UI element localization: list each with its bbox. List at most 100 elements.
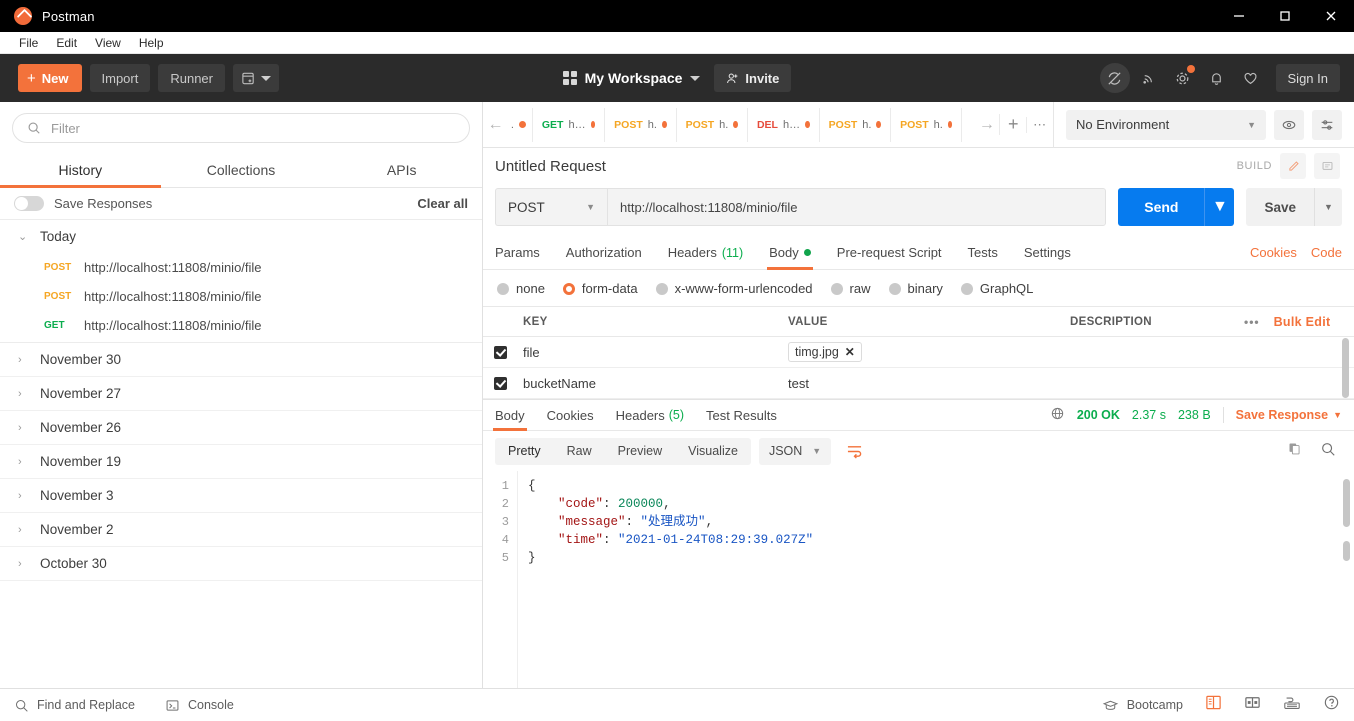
remove-file-icon[interactable]: ✕	[845, 345, 855, 359]
tab-apis[interactable]: APIs	[321, 152, 482, 187]
body-type-raw[interactable]: raw	[830, 281, 871, 296]
invite-button[interactable]: Invite	[714, 64, 792, 92]
tab-authorization[interactable]: Authorization	[566, 245, 642, 269]
close-icon[interactable]	[1308, 0, 1354, 32]
send-options-button[interactable]: ▼	[1204, 188, 1235, 226]
keyboard-icon[interactable]	[1283, 695, 1301, 716]
minimize-icon[interactable]	[1216, 0, 1262, 32]
copy-icon[interactable]	[1287, 441, 1302, 461]
runner-button[interactable]: Runner	[158, 64, 225, 92]
history-group-november-3[interactable]: › November 3	[0, 479, 482, 513]
clear-all-button[interactable]: Clear all	[417, 196, 468, 211]
save-button[interactable]: Save	[1246, 188, 1314, 226]
row-checkbox[interactable]	[494, 376, 507, 390]
save-response-button[interactable]: Save Response ▼	[1236, 408, 1342, 422]
sync-off-icon[interactable]	[1099, 63, 1130, 93]
eye-icon[interactable]	[1274, 109, 1304, 140]
request-tab[interactable]: POST h.	[604, 107, 677, 142]
body-type-binary[interactable]: binary	[888, 281, 943, 296]
tab-settings[interactable]: Settings	[1024, 245, 1071, 269]
two-pane-layout-icon[interactable]	[1205, 694, 1222, 716]
search-icon[interactable]	[1320, 441, 1336, 462]
response-tab-body[interactable]: Body	[493, 399, 527, 431]
tab-headers[interactable]: Headers (11)	[668, 245, 743, 269]
tab-more-button[interactable]: ⋯	[1026, 116, 1053, 133]
row-value[interactable]: test	[788, 376, 1062, 391]
scroll-right-button[interactable]: →	[974, 116, 999, 134]
search-input[interactable]: Filter	[12, 113, 470, 143]
history-item[interactable]: POST http://localhost:11808/minio/file	[0, 253, 482, 282]
body-type-none[interactable]: none	[497, 281, 545, 296]
import-button[interactable]: Import	[89, 64, 151, 92]
menu-item-help[interactable]: Help	[130, 32, 173, 54]
response-tab-headers[interactable]: Headers (5)	[616, 399, 684, 431]
history-item[interactable]: GET http://localhost:11808/minio/file	[0, 311, 482, 343]
comment-icon[interactable]	[1314, 153, 1340, 179]
sign-in-button[interactable]: Sign In	[1275, 64, 1340, 92]
edit-pencil-icon[interactable]	[1280, 153, 1306, 179]
body-type-form-data[interactable]: form-data	[562, 281, 638, 296]
table-row[interactable]: file timg.jpg ✕	[483, 337, 1354, 368]
save-options-button[interactable]: ▼	[1314, 188, 1342, 226]
new-button[interactable]: + New	[18, 64, 82, 92]
history-group-november-26[interactable]: › November 26	[0, 411, 482, 445]
view-mode-visualize[interactable]: Visualize	[675, 438, 751, 465]
history-group-november-27[interactable]: › November 27	[0, 377, 482, 411]
row-key[interactable]: bucketName	[518, 376, 788, 391]
code-link[interactable]: Code	[1311, 245, 1342, 260]
cookies-link[interactable]: Cookies	[1250, 245, 1297, 260]
bulk-edit-button[interactable]: Bulk Edit	[1274, 315, 1331, 329]
new-window-button[interactable]	[232, 64, 279, 92]
request-tab[interactable]: DEL h…	[746, 107, 820, 142]
form-table-scrollbar-thumb[interactable]	[1342, 338, 1349, 398]
environment-selector[interactable]: No Environment ▼	[1066, 109, 1266, 140]
send-button[interactable]: Send	[1118, 188, 1205, 226]
add-tab-button[interactable]: +	[999, 114, 1026, 135]
bootcamp-button[interactable]: Bootcamp	[1102, 698, 1183, 713]
url-input[interactable]: http://localhost:11808/minio/file	[607, 188, 1107, 226]
tab-params[interactable]: Params	[495, 245, 540, 269]
row-key[interactable]: file	[518, 345, 788, 360]
response-format-select[interactable]: JSON ▼	[758, 437, 832, 465]
view-mode-raw[interactable]: Raw	[554, 438, 605, 465]
history-group-november-2[interactable]: › November 2	[0, 513, 482, 547]
row-checkbox[interactable]	[494, 345, 507, 359]
response-tab-cookies[interactable]: Cookies	[547, 399, 594, 431]
tab-body[interactable]: Body	[767, 245, 813, 270]
tab-collections[interactable]: Collections	[161, 152, 322, 187]
tab-history[interactable]: History	[0, 152, 161, 188]
history-group-october-30[interactable]: › October 30	[0, 547, 482, 581]
table-more-button[interactable]: •••	[1244, 315, 1260, 329]
row-value[interactable]: timg.jpg ✕	[788, 342, 1062, 362]
history-group-today[interactable]: ⌄ Today	[0, 220, 482, 253]
request-tab[interactable]: POST h.	[675, 107, 748, 142]
request-tab[interactable]: POST h.	[890, 107, 963, 142]
body-type-graphql[interactable]: GraphQL	[960, 281, 1033, 296]
heart-icon[interactable]	[1236, 63, 1266, 93]
menu-item-edit[interactable]: Edit	[47, 32, 86, 54]
history-group-november-19[interactable]: › November 19	[0, 445, 482, 479]
wrap-lines-icon[interactable]	[839, 438, 869, 465]
save-responses-toggle[interactable]	[14, 196, 44, 211]
response-tab-test-results[interactable]: Test Results	[706, 399, 777, 431]
response-scrollbar-thumb-bottom[interactable]	[1343, 541, 1350, 561]
response-body-viewer[interactable]: 1 2 3 4 5 { "code": 200000, "message": "…	[483, 471, 1354, 688]
tab-tests[interactable]: Tests	[968, 245, 998, 269]
find-and-replace-button[interactable]: Find and Replace	[14, 698, 135, 713]
response-scrollbar-thumb-top[interactable]	[1343, 479, 1350, 527]
request-tab[interactable]: POST h.	[818, 107, 892, 142]
request-tab[interactable]: .	[507, 108, 533, 142]
broadcast-icon[interactable]	[1134, 63, 1164, 93]
settings-gear-icon[interactable]	[1168, 63, 1198, 93]
sliders-icon[interactable]	[1312, 109, 1342, 140]
bell-icon[interactable]	[1202, 63, 1232, 93]
maximize-icon[interactable]	[1262, 0, 1308, 32]
help-icon[interactable]	[1323, 694, 1340, 716]
history-group-november-30[interactable]: › November 30	[0, 343, 482, 377]
view-mode-pretty[interactable]: Pretty	[495, 438, 554, 465]
http-method-select[interactable]: POST ▼	[495, 188, 607, 226]
workspace-selector[interactable]: My Workspace	[562, 70, 701, 86]
menu-item-file[interactable]: File	[10, 32, 47, 54]
history-item[interactable]: POST http://localhost:11808/minio/file	[0, 282, 482, 311]
scroll-left-button[interactable]: ←	[483, 116, 508, 134]
